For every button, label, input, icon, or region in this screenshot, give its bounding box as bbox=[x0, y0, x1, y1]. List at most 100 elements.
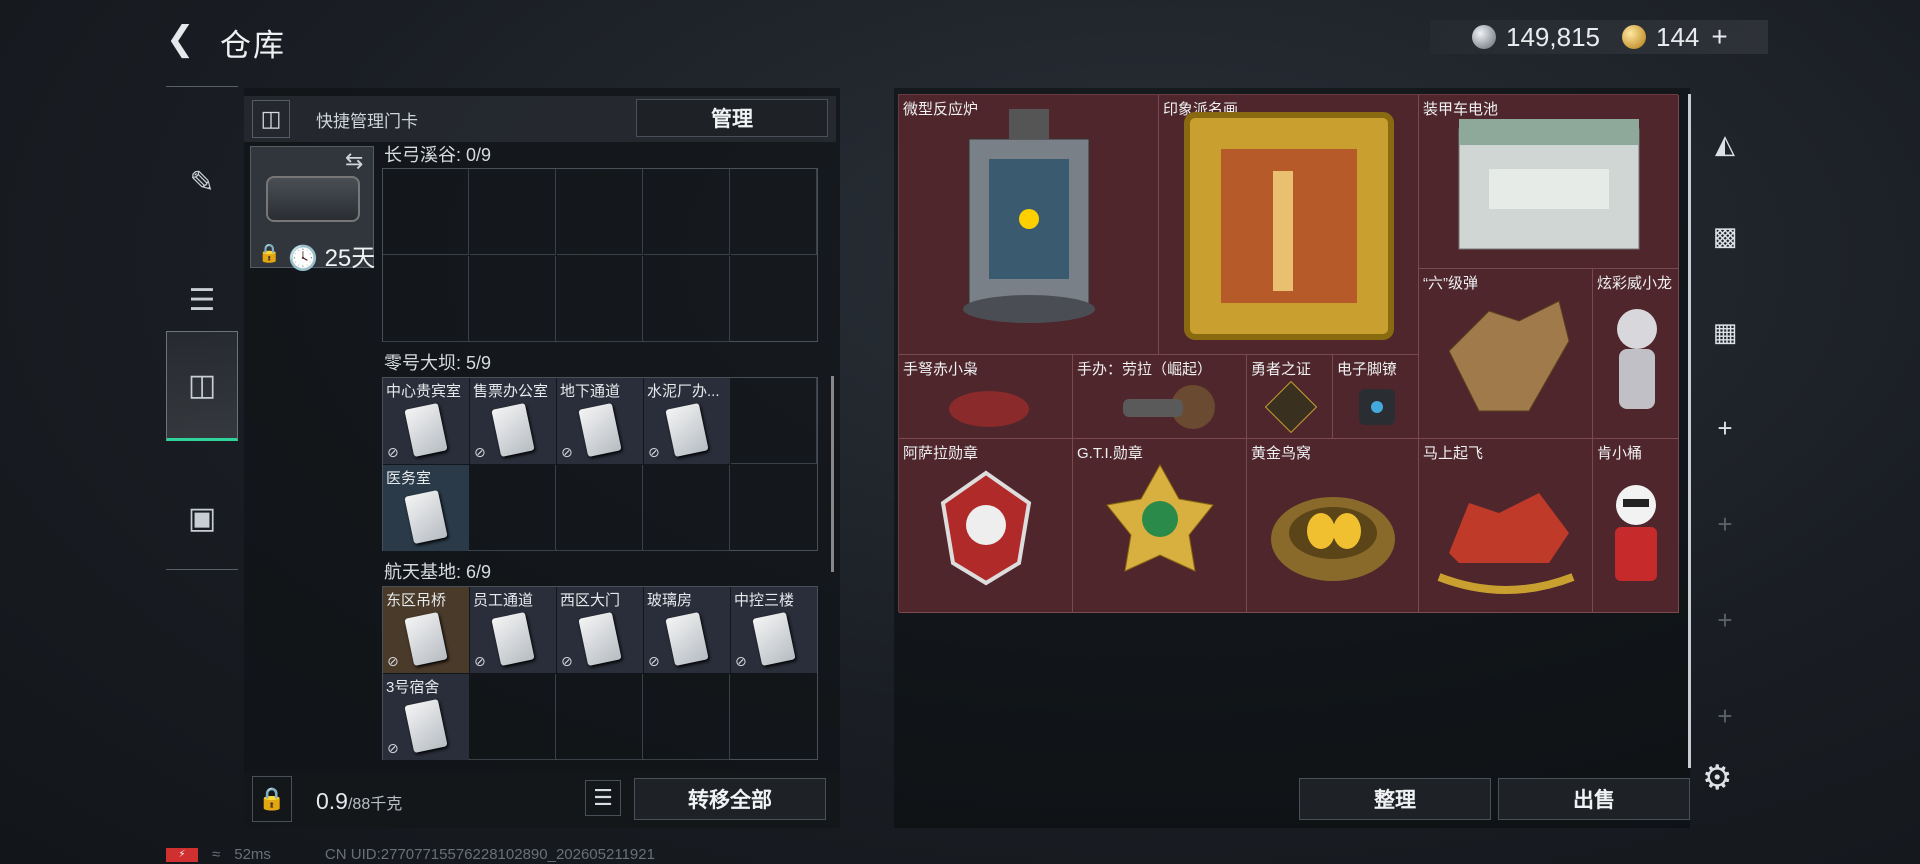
battery-low-icon: ⚡ bbox=[166, 847, 198, 862]
empty-slot[interactable] bbox=[644, 169, 730, 255]
no-trade-icon: ⊘ bbox=[735, 653, 747, 669]
keycard-image bbox=[404, 611, 448, 667]
item-kfc-bucket[interactable]: 肯小桶 bbox=[1593, 439, 1679, 613]
tab-safe[interactable]: ◭ bbox=[1700, 118, 1750, 170]
empty-slot[interactable] bbox=[557, 465, 643, 551]
keycard-grid-dam: 中心贵宾室 ⊘ 售票办公室 ⊘ 地下通道 ⊘ 水泥厂办... ⊘ 医务室 bbox=[382, 377, 818, 551]
manage-button[interactable]: 管理 bbox=[636, 99, 828, 137]
keycard-label: 玻璃房 bbox=[647, 592, 693, 609]
keycard-item[interactable]: 东区吊桥 ⊘ bbox=[383, 587, 469, 673]
section-title-dam: 零号大坝: 5/9 bbox=[384, 353, 492, 373]
keycard-image bbox=[578, 402, 622, 458]
item-label: 马上起飞 bbox=[1423, 445, 1484, 462]
no-trade-icon: ⊘ bbox=[387, 653, 399, 669]
kfc-bucket-image bbox=[1615, 485, 1657, 581]
sort-button[interactable]: 整理 bbox=[1299, 778, 1491, 820]
empty-slot[interactable] bbox=[557, 256, 643, 342]
empty-slot[interactable] bbox=[557, 674, 643, 760]
empty-slot[interactable] bbox=[470, 674, 556, 760]
add-currency-button[interactable]: + bbox=[1711, 21, 1727, 53]
empty-slot[interactable] bbox=[644, 465, 730, 551]
back-button[interactable]: ❮ bbox=[166, 22, 200, 56]
item-painting[interactable]: 印象派名画 bbox=[1159, 95, 1419, 355]
item-rocking-horse[interactable]: 马上起飞 bbox=[1419, 439, 1593, 613]
list-view-button[interactable]: ☰ bbox=[585, 780, 621, 816]
briefcase-icon: ▣ bbox=[187, 501, 217, 535]
keycard-holder-icon: ◫ bbox=[252, 100, 290, 138]
item-hero-proof[interactable]: 勇者之证 bbox=[1247, 355, 1333, 439]
keycard-icon: ◫ bbox=[187, 368, 217, 402]
reactor-image bbox=[963, 109, 1095, 323]
keycard-label: 地下通道 bbox=[560, 383, 621, 400]
keycard-item[interactable]: 中控三楼 ⊘ bbox=[731, 587, 817, 673]
item-label: “六”级弹 bbox=[1423, 275, 1478, 292]
item-label: 手弩赤小枭 bbox=[903, 361, 979, 378]
empty-slot[interactable] bbox=[383, 256, 469, 342]
item-label: 勇者之证 bbox=[1251, 361, 1312, 378]
item-shackle[interactable]: 电子脚镣 bbox=[1333, 355, 1419, 439]
item-crossbow-owl[interactable]: 手弩赤小枭 bbox=[899, 355, 1073, 439]
empty-slot[interactable] bbox=[470, 465, 556, 551]
silver-coin-icon bbox=[1472, 25, 1496, 49]
golden-nest-image bbox=[1271, 497, 1395, 581]
item-label: 电子脚镣 bbox=[1337, 361, 1398, 378]
empty-slot[interactable] bbox=[470, 256, 556, 342]
item-reactor[interactable]: 微型反应炉 bbox=[899, 95, 1159, 355]
no-trade-icon: ⊘ bbox=[474, 444, 486, 460]
empty-slot[interactable] bbox=[383, 169, 469, 255]
item-grade6-ammo[interactable]: “六”级弹 bbox=[1419, 269, 1593, 439]
empty-slot[interactable] bbox=[470, 169, 556, 255]
shackle-image bbox=[1359, 389, 1395, 425]
empty-slot[interactable] bbox=[731, 378, 817, 464]
back-arrow-icon: ❮ bbox=[166, 20, 195, 58]
nav-keycards[interactable]: ◫ bbox=[166, 331, 238, 441]
gun-icon: ✎ bbox=[189, 165, 215, 199]
sell-button[interactable]: 出售 bbox=[1498, 778, 1690, 820]
item-lara-figure[interactable]: 手办：劳拉（崛起） bbox=[1073, 355, 1247, 439]
keycard-item[interactable]: 中心贵宾室 ⊘ bbox=[383, 378, 469, 464]
keycard-label: 医务室 bbox=[386, 470, 432, 487]
keycard-image bbox=[665, 611, 709, 667]
keycard-item[interactable]: 玻璃房 ⊘ bbox=[644, 587, 730, 673]
keycard-item[interactable]: 医务室 bbox=[383, 465, 469, 551]
keycard-item[interactable]: 地下通道 ⊘ bbox=[557, 378, 643, 464]
keycard-item[interactable]: 3号宿舍 ⊘ bbox=[383, 674, 469, 760]
item-battery[interactable]: 装甲车电池 bbox=[1419, 95, 1679, 269]
section-title-changgong: 长弓溪谷: 0/9 bbox=[384, 145, 492, 165]
keycard-label: 东区吊桥 bbox=[386, 592, 447, 609]
tab-storage-5[interactable]: ▦ bbox=[1700, 306, 1750, 358]
nav-toolbox[interactable]: ▣ bbox=[166, 463, 238, 573]
nav-weapons[interactable]: ✎ bbox=[166, 127, 238, 237]
asara-medal-image bbox=[940, 470, 1032, 586]
keycard-item[interactable]: 售票办公室 ⊘ bbox=[470, 378, 556, 464]
empty-slot[interactable] bbox=[731, 169, 817, 255]
keycard-duration: 🕓 25天 bbox=[288, 245, 376, 272]
keycard-holder-image bbox=[266, 176, 360, 222]
tab-storage-4[interactable]: ▩ bbox=[1700, 210, 1750, 262]
keycard-item[interactable]: 水泥厂办... ⊘ bbox=[644, 378, 730, 464]
swap-icon[interactable]: ⇆ bbox=[345, 148, 363, 174]
item-gti-medal[interactable]: G.T.I.勋章 bbox=[1073, 439, 1247, 613]
empty-slot[interactable] bbox=[644, 674, 730, 760]
add-tab-button-disabled: + bbox=[1700, 690, 1750, 742]
keycard-image bbox=[578, 611, 622, 667]
empty-slot[interactable] bbox=[644, 256, 730, 342]
right-nav-scroll-line bbox=[1688, 94, 1691, 768]
ping-text: 52ms bbox=[234, 846, 271, 863]
scrollbar[interactable] bbox=[831, 376, 834, 572]
item-dragon-figure[interactable]: 炫彩威小龙 bbox=[1593, 269, 1679, 439]
keycard-image bbox=[491, 611, 535, 667]
keycard-image bbox=[404, 402, 448, 458]
keycard-item[interactable]: 员工通道 ⊘ bbox=[470, 587, 556, 673]
item-golden-nest[interactable]: 黄金鸟窝 bbox=[1247, 439, 1419, 613]
keycard-item[interactable]: 西区大门 ⊘ bbox=[557, 587, 643, 673]
settings-button[interactable]: ⚙ bbox=[1702, 758, 1732, 798]
add-tab-button[interactable]: + bbox=[1700, 402, 1750, 454]
weight-readout: 0.9/88千克 bbox=[316, 788, 403, 814]
lara-figure-image bbox=[1123, 385, 1215, 429]
transfer-all-button[interactable]: 转移全部 bbox=[634, 778, 826, 820]
keycard-label: 中心贵宾室 bbox=[386, 383, 462, 400]
no-trade-icon: ⊘ bbox=[387, 444, 399, 460]
item-asara-medal[interactable]: 阿萨拉勋章 bbox=[899, 439, 1073, 613]
empty-slot[interactable] bbox=[557, 169, 643, 255]
